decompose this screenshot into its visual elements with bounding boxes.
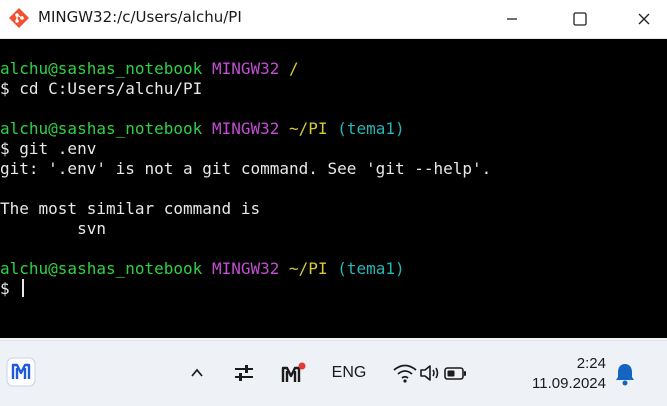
prompt-line: alchu@sashas_notebook MINGW32 ~/PI (tema… [0, 259, 405, 279]
tray-settings-button[interactable] [230, 361, 258, 385]
chevron-up-icon [191, 368, 203, 377]
wifi-icon [393, 364, 417, 383]
app-logo-icon [6, 357, 36, 387]
show-hidden-icons-button[interactable] [185, 361, 209, 385]
terminal-output[interactable]: alchu@sashas_notebook MINGW32 / $ cd C:U… [0, 39, 667, 338]
command-line: $ git .env [0, 139, 97, 158]
prompt-path: ~/PI [289, 119, 328, 138]
taskbar-app-button[interactable] [4, 355, 38, 389]
input-prompt: $ [0, 279, 20, 298]
prompt-branch: (tema1) [337, 259, 405, 278]
battery-icon [444, 367, 466, 380]
settings-sliders-icon [235, 365, 253, 381]
prompt-system: MINGW32 [211, 259, 280, 278]
language-indicator[interactable]: ENG [326, 361, 372, 385]
prompt-path: / [289, 59, 299, 78]
prompt-user: alchu@sashas_notebook [0, 259, 203, 278]
text-cursor [22, 279, 25, 297]
clock-time: 2:24 [576, 354, 606, 372]
notifications-button[interactable] [612, 361, 638, 387]
clock[interactable]: 2:24 11.09.2024 [498, 349, 606, 397]
prompt-line: alchu@sashas_notebook MINGW32 / [0, 59, 299, 79]
maximize-icon [573, 12, 587, 26]
quick-settings-button[interactable] [392, 359, 468, 387]
minimize-button[interactable] [489, 0, 535, 38]
window-title: MINGW32:/c/Users/alchu/PI [38, 8, 242, 26]
output-line: svn [0, 219, 106, 238]
output-line: git: '.env' is not a git command. See 'g… [0, 159, 492, 178]
output-line: The most similar command is [0, 199, 261, 218]
close-icon [638, 13, 650, 25]
command-line: $ cd C:Users/alchu/PI [0, 79, 203, 98]
close-button[interactable] [621, 0, 667, 38]
clock-date: 11.09.2024 [532, 374, 606, 392]
prompt-branch: (tema1) [337, 119, 405, 138]
prompt-system: MINGW32 [211, 119, 280, 138]
maximize-button[interactable] [557, 0, 603, 38]
prompt-user: alchu@sashas_notebook [0, 59, 203, 78]
input-line[interactable]: $ [0, 279, 25, 299]
git-bash-icon [9, 8, 29, 28]
prompt-user: alchu@sashas_notebook [0, 119, 203, 138]
app-m-icon [281, 362, 306, 382]
bell-icon [616, 364, 634, 386]
volume-icon [420, 365, 439, 381]
taskbar: ENG 2:24 11.09.2024 [0, 340, 667, 406]
prompt-line: alchu@sashas_notebook MINGW32 ~/PI (tema… [0, 119, 405, 139]
tray-app-button[interactable] [277, 361, 309, 387]
minimize-icon [507, 18, 517, 20]
prompt-system: MINGW32 [211, 59, 280, 78]
title-bar[interactable]: MINGW32:/c/Users/alchu/PI [0, 0, 667, 39]
prompt-path: ~/PI [289, 259, 328, 278]
